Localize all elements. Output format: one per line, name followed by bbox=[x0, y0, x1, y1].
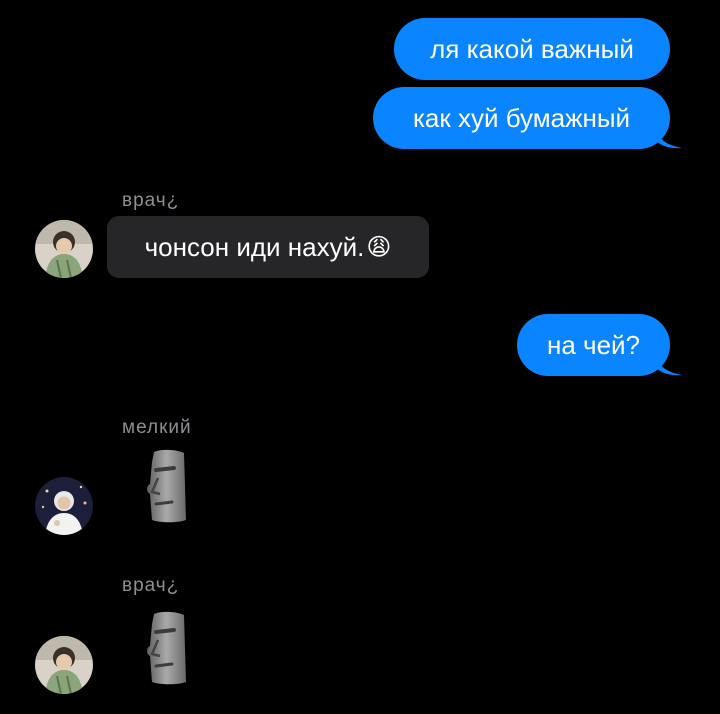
user-avatar-icon bbox=[35, 220, 93, 278]
avatar[interactable] bbox=[35, 636, 93, 694]
outgoing-message[interactable]: как хуй бумажный bbox=[373, 87, 670, 149]
message-text: ля какой важный bbox=[430, 34, 634, 64]
bubble-tail-icon bbox=[656, 127, 682, 149]
message-text: на чей? bbox=[546, 330, 641, 360]
outgoing-message[interactable]: на чей? bbox=[517, 314, 670, 376]
moai-sticker-icon[interactable] bbox=[138, 448, 194, 524]
sender-name: врач¿ bbox=[122, 575, 180, 596]
message-text: как хуй бумажный bbox=[412, 103, 631, 133]
avatar[interactable] bbox=[35, 477, 93, 535]
incoming-message[interactable]: чонсон иди нахуй. 😩 bbox=[107, 216, 429, 278]
weary-face-emoji-icon: 😩 bbox=[366, 233, 392, 261]
avatar[interactable] bbox=[35, 220, 93, 278]
chat-thread: ля какой важный как хуй бумажный врач¿ ч… bbox=[0, 0, 720, 714]
user-avatar-icon bbox=[35, 477, 93, 535]
sender-name: врач¿ bbox=[122, 190, 180, 211]
user-avatar-icon bbox=[35, 636, 93, 694]
bubble-tail-icon bbox=[656, 354, 682, 376]
outgoing-message[interactable]: ля какой важный bbox=[394, 18, 670, 80]
message-text: чонсон иди нахуй. bbox=[144, 232, 365, 262]
sender-name: мелкий bbox=[122, 417, 192, 438]
moai-sticker-icon[interactable] bbox=[138, 610, 194, 686]
